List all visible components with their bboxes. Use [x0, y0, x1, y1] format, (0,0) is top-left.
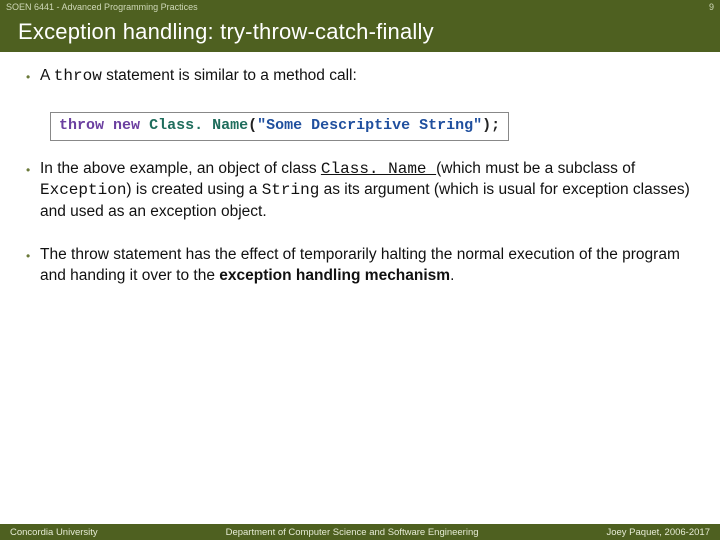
b2-classname: Class. Name — [321, 160, 436, 178]
b3-post: . — [450, 267, 454, 284]
bullet-2: • In the above example, an object of cla… — [26, 159, 694, 223]
code-sample: throw new Class. Name("Some Descriptive … — [50, 112, 509, 141]
code-rparen: ); — [482, 117, 500, 134]
code-kw-new: new — [113, 117, 140, 134]
slide-content: • A throw statement is similar to a meth… — [0, 52, 720, 287]
b2-seg2: (which must be a subclass of — [436, 160, 635, 177]
b2-exception: Exception — [40, 181, 126, 199]
footer-left: Concordia University — [10, 527, 98, 538]
footer-center: Department of Computer Science and Softw… — [226, 527, 479, 538]
page-number: 9 — [709, 0, 714, 14]
b3-bold: exception handling mechanism — [219, 267, 450, 284]
bullet-2-text: In the above example, an object of class… — [40, 159, 694, 223]
top-header-strip: SOEN 6441 - Advanced Programming Practic… — [0, 0, 720, 14]
code-string: "Some Descriptive String" — [257, 117, 482, 134]
bullet-dot-icon: • — [26, 245, 40, 287]
b2-seg3: ) is created using a — [126, 181, 261, 198]
bullet-3-text: The throw statement has the effect of te… — [40, 245, 694, 287]
code-lparen: ( — [248, 117, 257, 134]
code-space2 — [140, 117, 149, 134]
b2-string: String — [262, 181, 320, 199]
code-space — [104, 117, 113, 134]
bullet-1: • A throw statement is similar to a meth… — [26, 66, 694, 88]
bullet-dot-icon: • — [26, 66, 40, 88]
bullet-1-mono: throw — [54, 67, 102, 85]
course-code: SOEN 6441 - Advanced Programming Practic… — [6, 0, 198, 14]
bullet-1-text: A throw statement is similar to a method… — [40, 66, 694, 88]
slide-footer: Concordia University Department of Compu… — [0, 524, 720, 540]
b2-seg1: In the above example, an object of class — [40, 160, 321, 177]
footer-right: Joey Paquet, 2006-2017 — [606, 527, 710, 538]
bullet-dot-icon: • — [26, 159, 40, 223]
bullet-1-post: statement is similar to a method call: — [102, 67, 357, 84]
bullet-1-pre: A — [40, 67, 54, 84]
bullet-3: • The throw statement has the effect of … — [26, 245, 694, 287]
code-kw-throw: throw — [59, 117, 104, 134]
code-classname: Class. Name — [149, 117, 248, 134]
slide-title: Exception handling: try-throw-catch-fina… — [0, 14, 720, 52]
